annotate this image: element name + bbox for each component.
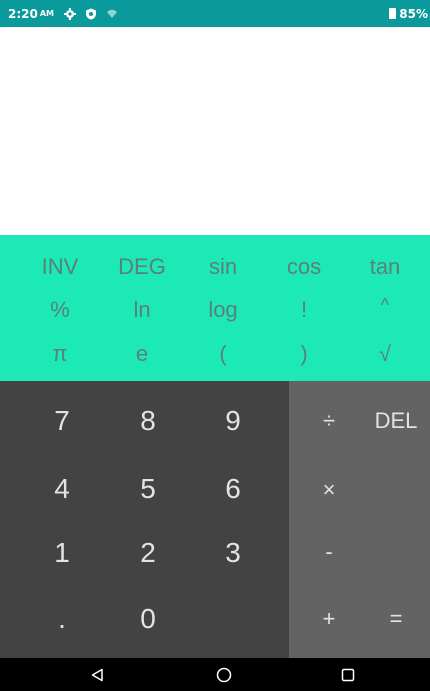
cos-button[interactable]: cos — [261, 256, 347, 278]
calculator-screen: 2:20 AM 85% INV DEG sin cos tan % ln log… — [0, 0, 430, 691]
power-button[interactable]: ^ — [342, 296, 428, 314]
decimal-button[interactable]: . — [19, 605, 105, 633]
number-pad: 7 8 9 4 5 6 1 2 3 . 0 — [0, 381, 289, 658]
minus-button[interactable]: - — [294, 541, 364, 563]
factorial-button[interactable]: ! — [261, 299, 347, 321]
back-button[interactable] — [72, 662, 122, 687]
status-bar-right: 85% — [389, 7, 428, 21]
digit-3-button[interactable]: 3 — [190, 539, 276, 567]
digit-7-button[interactable]: 7 — [19, 407, 105, 435]
sqrt-button[interactable]: √ — [342, 343, 428, 365]
digit-1-button[interactable]: 1 — [19, 539, 105, 567]
back-triangle-icon — [91, 668, 103, 681]
status-time: 2:20 — [8, 6, 38, 21]
delete-button[interactable]: DEL — [361, 410, 430, 432]
digit-8-button[interactable]: 8 — [105, 407, 191, 435]
recents-square-icon — [341, 668, 355, 681]
percent-button[interactable]: % — [17, 299, 103, 321]
open-paren-button[interactable]: ( — [180, 343, 266, 365]
scientific-pad: INV DEG sin cos tan % ln log ! ^ π e ( )… — [0, 235, 430, 381]
log-button[interactable]: log — [180, 299, 266, 321]
multiply-button[interactable]: × — [294, 479, 364, 501]
close-paren-button[interactable]: ) — [261, 343, 347, 365]
recents-button[interactable] — [323, 662, 373, 687]
battery-icon — [389, 8, 397, 19]
status-bar-left: 2:20 AM — [8, 7, 127, 21]
shield-icon — [85, 8, 97, 20]
operator-pad: ÷ DEL × - + = — [289, 381, 430, 658]
home-circle-icon — [216, 667, 232, 682]
digit-2-button[interactable]: 2 — [105, 539, 191, 567]
deg-button[interactable]: DEG — [99, 256, 185, 278]
wifi-icon — [106, 8, 118, 20]
euler-button[interactable]: e — [99, 343, 185, 365]
inv-button[interactable]: INV — [17, 256, 103, 278]
battery-level: 85% — [399, 6, 428, 21]
digit-9-button[interactable]: 9 — [190, 407, 276, 435]
tan-button[interactable]: tan — [342, 256, 428, 278]
sin-button[interactable]: sin — [180, 256, 266, 278]
digit-0-button[interactable]: 0 — [105, 605, 191, 633]
home-button[interactable] — [199, 662, 249, 687]
navigation-bar — [0, 658, 430, 691]
divide-button[interactable]: ÷ — [294, 410, 364, 432]
plus-button[interactable]: + — [294, 608, 364, 630]
equals-button[interactable]: = — [361, 608, 430, 630]
digit-4-button[interactable]: 4 — [19, 475, 105, 503]
status-bar: 2:20 AM 85% — [0, 0, 430, 27]
ln-button[interactable]: ln — [99, 299, 185, 321]
digit-5-button[interactable]: 5 — [105, 475, 191, 503]
calculator-display[interactable] — [0, 27, 430, 235]
digit-6-button[interactable]: 6 — [190, 475, 276, 503]
pi-button[interactable]: π — [17, 343, 103, 365]
settings-gear-icon — [64, 7, 77, 20]
status-ampm: AM — [39, 9, 55, 18]
